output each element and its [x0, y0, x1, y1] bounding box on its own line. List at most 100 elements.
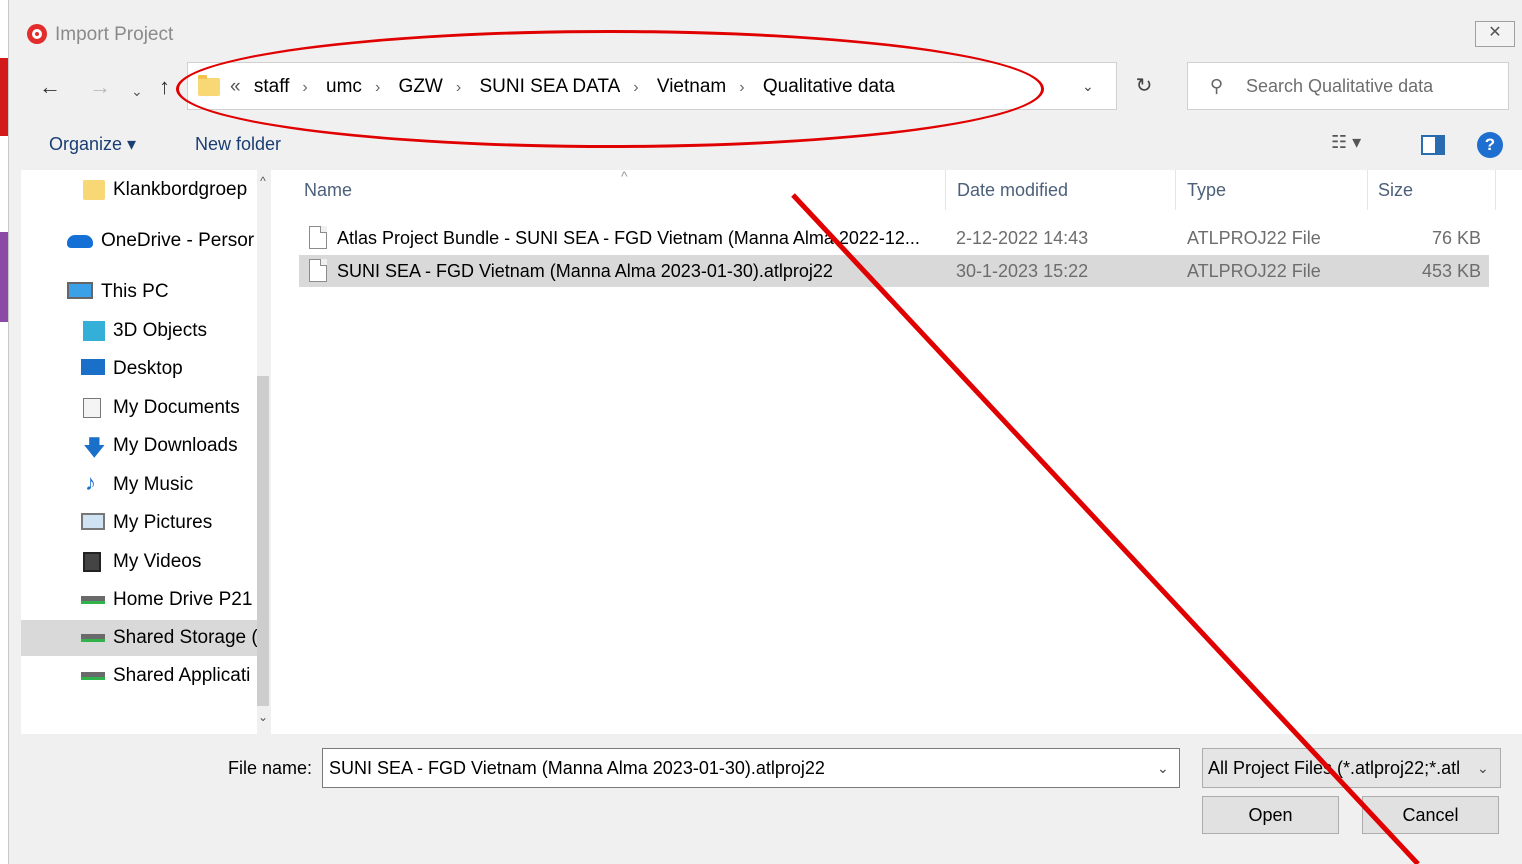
preview-pane-icon[interactable]: [1421, 135, 1445, 155]
chevron-down-icon[interactable]: ⌄: [1157, 760, 1169, 777]
breadcrumb-overflow-icon[interactable]: «: [230, 76, 241, 97]
change-view-icon[interactable]: ☷ ▾: [1331, 132, 1361, 153]
sidebar-item-this-pc[interactable]: This PC: [21, 274, 257, 310]
sidebar-item-label: 3D Objects: [113, 320, 207, 341]
sidebar-item-label: Shared Storage (: [113, 627, 258, 648]
column-header-date-modified[interactable]: Date modified: [957, 180, 1068, 201]
new-folder-button[interactable]: New folder: [195, 134, 281, 155]
column-divider[interactable]: [945, 170, 946, 210]
title-bar: Import Project ✕: [9, 0, 1522, 56]
file-name-input[interactable]: [329, 758, 1129, 779]
sidebar-item-onedrive[interactable]: OneDrive - Persor: [21, 223, 257, 259]
search-input[interactable]: [1246, 76, 1496, 97]
file-name-combobox[interactable]: ⌄: [322, 748, 1180, 788]
file-list: ^ Name Date modified Type Size Atlas Pro…: [271, 168, 1522, 734]
sidebar-item-klankbordgroep[interactable]: Klankbordgroep: [21, 172, 257, 208]
dialog-footer: File name: ⌄ All Project Files (*.atlpro…: [9, 734, 1522, 864]
file-row[interactable]: Atlas Project Bundle - SUNI SEA - FGD Vi…: [299, 222, 1489, 254]
pc-icon: [67, 282, 93, 299]
column-header-size[interactable]: Size: [1378, 180, 1413, 201]
recent-locations-chevron-icon[interactable]: ⌄: [131, 78, 143, 104]
address-bar[interactable]: « staff › umc › GZW › SUNI SEA DATA › Vietna…: [187, 62, 1117, 110]
breadcrumb-item-gzw[interactable]: GZW: [399, 76, 443, 97]
pictures-icon: [81, 513, 105, 530]
chevron-down-icon[interactable]: ⌄: [1477, 760, 1489, 777]
sidebar-item-label: My Music: [113, 474, 194, 495]
sidebar-scrollbar[interactable]: ^ ⌄: [257, 170, 269, 734]
download-arrow-icon: 🡇: [83, 435, 106, 460]
column-header-type[interactable]: Type: [1187, 180, 1226, 201]
breadcrumb-separator-icon[interactable]: ›: [456, 79, 461, 96]
network-drive-icon: [81, 596, 105, 604]
breadcrumb-item-suni-sea-data[interactable]: SUNI SEA DATA: [479, 76, 620, 97]
close-button[interactable]: ✕: [1475, 21, 1515, 47]
sidebar-item-3d-objects[interactable]: 3D Objects: [21, 313, 257, 349]
refresh-icon[interactable]: ↻: [1129, 73, 1159, 98]
up-arrow-icon[interactable]: ↑: [159, 74, 170, 100]
documents-icon: [83, 398, 101, 418]
open-button[interactable]: Open: [1202, 796, 1339, 834]
forward-arrow-icon[interactable]: →: [89, 74, 111, 100]
breadcrumb: « staff › umc › GZW › SUNI SEA DATA › Vietna…: [230, 76, 895, 98]
file-type: ATLPROJ22 File: [1187, 228, 1321, 248]
breadcrumb-item-staff[interactable]: staff: [254, 76, 290, 97]
network-drive-icon: [81, 672, 105, 680]
background-app-red-block: [0, 58, 8, 136]
search-icon: ⚲: [1210, 76, 1224, 96]
desktop-icon: [81, 359, 105, 375]
column-divider[interactable]: [1175, 170, 1176, 210]
cancel-button[interactable]: Cancel: [1362, 796, 1499, 834]
navigation-bar: ← → ⌄ ↑ « staff › umc › GZW › SUNI SEA DATA…: [9, 56, 1522, 118]
breadcrumb-separator-icon[interactable]: ›: [633, 79, 638, 96]
chevron-down-icon[interactable]: ⌄: [1082, 78, 1094, 95]
folder-icon: [198, 75, 220, 96]
breadcrumb-item-vietnam[interactable]: Vietnam: [657, 76, 726, 97]
scrollbar-thumb[interactable]: [257, 376, 269, 706]
file-type-select[interactable]: All Project Files (*.atlproj22;*.atl ⌄: [1202, 748, 1501, 788]
sidebar-item-my-documents[interactable]: My Documents: [21, 390, 257, 426]
file-row[interactable]: SUNI SEA - FGD Vietnam (Manna Alma 2023-…: [299, 255, 1489, 287]
breadcrumb-separator-icon[interactable]: ›: [302, 79, 307, 96]
file-type: ATLPROJ22 File: [1187, 261, 1321, 281]
sidebar-item-label: My Downloads: [113, 435, 238, 456]
column-divider[interactable]: [1367, 170, 1368, 210]
sidebar-item-label: Shared Applicati: [113, 665, 251, 686]
file-size: 76 KB: [1431, 228, 1481, 248]
file-date-modified: 30-1-2023 15:22: [956, 261, 1089, 281]
sidebar-item-my-downloads[interactable]: 🡇 My Downloads: [21, 428, 257, 464]
import-project-dialog: Import Project ✕ ← → ⌄ ↑ « staff › umc › G…: [8, 0, 1522, 864]
chevron-up-icon[interactable]: ^: [257, 174, 269, 188]
organize-button[interactable]: Organize ▾: [49, 134, 136, 155]
command-toolbar: Organize ▾ New folder ☷ ▾ ?: [9, 118, 1522, 170]
sidebar-item-shared-applications[interactable]: Shared Applicati: [21, 658, 257, 694]
sidebar-item-desktop[interactable]: Desktop: [21, 351, 257, 387]
file-type-selected-value: All Project Files (*.atlproj22;*.atl: [1208, 758, 1461, 778]
breadcrumb-separator-icon[interactable]: ›: [375, 79, 380, 96]
sidebar-item-label: My Videos: [113, 551, 202, 572]
file-name: SUNI SEA - FGD Vietnam (Manna Alma 2023-…: [337, 261, 833, 281]
sidebar-item-my-pictures[interactable]: My Pictures: [21, 505, 257, 541]
back-arrow-icon[interactable]: ←: [39, 74, 61, 100]
chevron-down-icon[interactable]: ⌄: [257, 710, 269, 724]
music-note-icon: ♪: [85, 470, 96, 495]
breadcrumb-separator-icon[interactable]: ›: [739, 79, 744, 96]
navigation-pane: Klankbordgroep OneDrive - Persor This PC…: [21, 170, 269, 734]
search-box[interactable]: ⚲: [1187, 62, 1509, 110]
sidebar-item-my-music[interactable]: ♪ My Music: [21, 467, 257, 503]
sidebar-item-label: Home Drive P21: [113, 589, 253, 610]
background-app-purple-block: [0, 232, 8, 322]
background-app-strip: [0, 0, 8, 864]
sidebar-item-shared-storage[interactable]: Shared Storage (: [21, 620, 258, 656]
help-icon[interactable]: ?: [1477, 132, 1503, 158]
onedrive-icon: [67, 235, 93, 248]
sidebar-item-my-videos[interactable]: My Videos: [21, 544, 257, 580]
sidebar-item-label: This PC: [101, 281, 169, 302]
sidebar-item-home-drive[interactable]: Home Drive P21: [21, 582, 257, 618]
breadcrumb-item-qualitative-data[interactable]: Qualitative data: [763, 76, 895, 97]
sidebar-item-label: Klankbordgroep: [113, 179, 248, 200]
file-date-modified: 2-12-2022 14:43: [956, 228, 1089, 248]
atlas-app-icon: [27, 24, 47, 44]
column-header-name[interactable]: Name: [304, 180, 352, 201]
breadcrumb-item-umc[interactable]: umc: [326, 76, 362, 97]
column-divider[interactable]: [1495, 170, 1496, 210]
